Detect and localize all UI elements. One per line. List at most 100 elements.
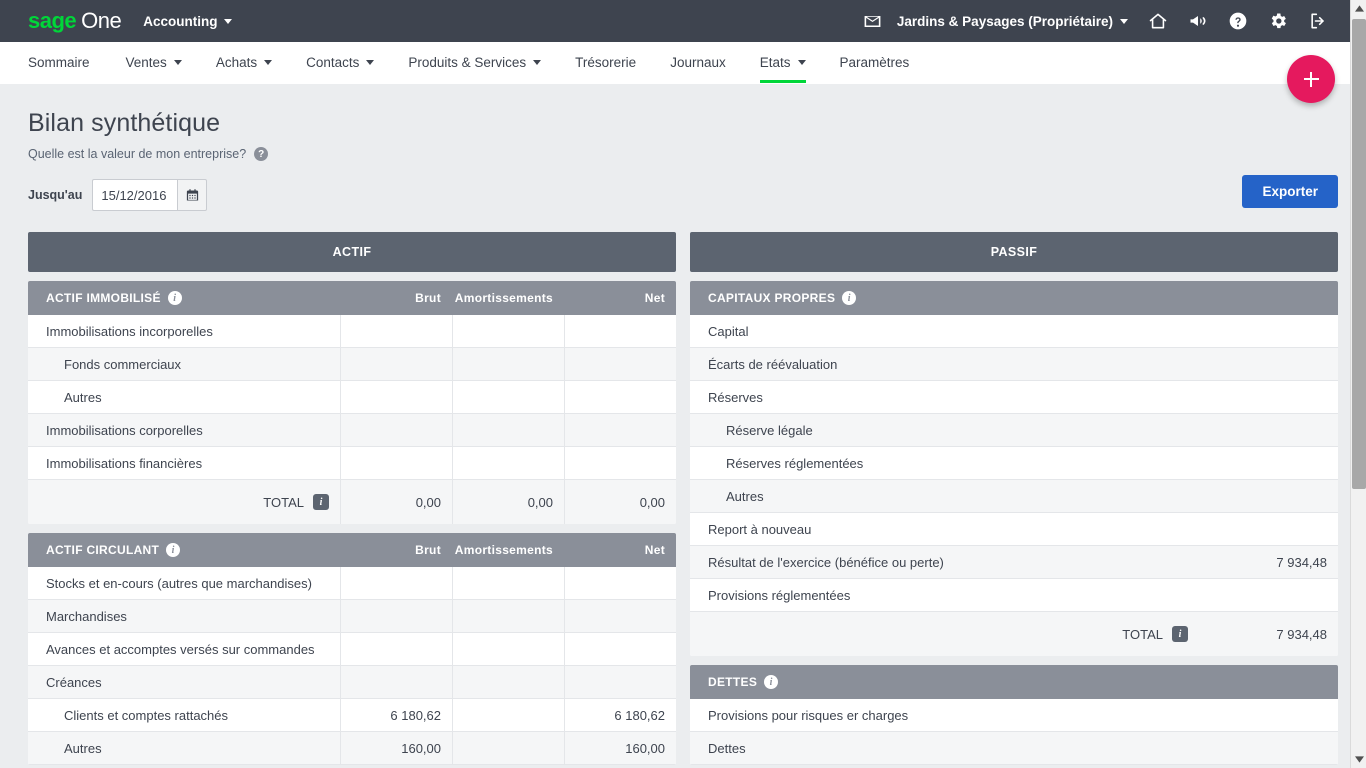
nav-item-ventes[interactable]: Ventes <box>109 42 199 83</box>
column-header-amortissements: Amortissements <box>454 543 553 557</box>
nav-label: Contacts <box>306 55 360 70</box>
nav-label: Produits & Services <box>408 55 527 70</box>
nav-label: Achats <box>215 55 258 70</box>
main-navigation: Sommaire Ventes Achats Contacts Produits… <box>0 42 1366 84</box>
nav-item-tresorerie[interactable]: Trésorerie <box>558 42 653 83</box>
help-icon[interactable] <box>1218 0 1258 42</box>
info-icon[interactable]: i <box>313 494 329 510</box>
row-label: Marchandises <box>46 608 127 624</box>
date-input[interactable] <box>92 179 178 211</box>
top-bar: sage One Accounting Jardins & Paysages (… <box>0 0 1366 42</box>
row-label: Provisions réglementées <box>708 587 851 603</box>
passif-heading: PASSIF <box>690 232 1338 272</box>
row-brut <box>340 633 452 665</box>
export-button[interactable]: Exporter <box>1242 175 1338 208</box>
nav-item-sommaire[interactable]: Sommaire <box>28 42 109 83</box>
logo-sage-text: sage <box>28 8 77 33</box>
row-label: Fonds commerciaux <box>64 356 182 372</box>
row-net <box>564 567 676 599</box>
panel-rows: Immobilisations incorporelles Fonds comm… <box>28 315 676 524</box>
row-value <box>1188 579 1338 611</box>
panel-title: DETTES <box>708 675 758 689</box>
company-selector[interactable]: Jardins & Paysages (Propriétaire) <box>893 14 1138 29</box>
help-icon[interactable]: ? <box>254 147 269 161</box>
row-brut <box>340 414 452 446</box>
info-icon[interactable]: i <box>166 543 181 557</box>
info-icon[interactable]: i <box>764 675 779 689</box>
row-label: Clients et comptes rattachés <box>64 707 229 723</box>
chevron-down-icon <box>264 60 273 65</box>
table-row: Marchandises <box>28 600 676 633</box>
row-net <box>564 633 676 665</box>
panel-actif-immobilise: ACTIF IMMOBILISÉ i Brut Amortissements N… <box>28 281 676 524</box>
calendar-icon[interactable] <box>177 179 208 211</box>
panel-title: CAPITAUX PROPRES <box>708 291 836 305</box>
row-label: Avances et accomptes versés sur commande… <box>46 641 315 657</box>
chevron-down-icon <box>1120 18 1128 24</box>
scrollbar-thumb[interactable] <box>1352 19 1366 489</box>
total-label-group: TOTAL i <box>690 626 1188 642</box>
total-amortissements: 0,00 <box>452 480 564 524</box>
nav-label: Trésorerie <box>575 55 637 70</box>
app-switcher[interactable]: Accounting <box>143 14 232 29</box>
table-row: Réserves réglementées <box>690 447 1338 480</box>
nav-item-etats[interactable]: Etats <box>743 42 823 83</box>
row-value <box>1188 480 1338 512</box>
logout-icon[interactable] <box>1298 0 1338 42</box>
panel-header: ACTIF CIRCULANT i Brut Amortissements Ne… <box>28 533 676 567</box>
total-net: 0,00 <box>564 480 676 524</box>
add-button[interactable] <box>1287 55 1335 103</box>
column-header-brut: Brut <box>415 291 441 305</box>
actif-column: ACTIF ACTIF IMMOBILISÉ i Brut Amortissem… <box>28 232 676 765</box>
row-net <box>564 381 676 413</box>
total-label: TOTAL <box>1122 626 1163 642</box>
row-amortissements <box>452 381 564 413</box>
row-label: Réserves <box>708 389 763 405</box>
gear-icon[interactable] <box>1258 0 1298 42</box>
panel-title: ACTIF IMMOBILISÉ <box>46 291 161 305</box>
row-brut <box>340 600 452 632</box>
table-row: Provisions pour risques er charges <box>690 699 1338 732</box>
nav-item-contacts[interactable]: Contacts <box>289 42 391 83</box>
nav-item-produits-services[interactable]: Produits & Services <box>391 42 558 83</box>
row-label: Immobilisations financières <box>46 455 203 471</box>
row-label: Autres <box>64 740 102 756</box>
total-label-group: TOTAL i <box>28 494 340 510</box>
info-icon[interactable]: i <box>167 291 182 305</box>
caret-down-icon[interactable] <box>1351 751 1366 768</box>
home-icon[interactable] <box>1138 0 1178 42</box>
row-value: 7 934,48 <box>1276 554 1327 570</box>
table-row: Fonds commerciaux <box>28 348 676 381</box>
nav-item-achats[interactable]: Achats <box>199 42 289 83</box>
table-row: Immobilisations financières <box>28 447 676 480</box>
row-label: Report à nouveau <box>708 521 812 537</box>
table-row: Immobilisations incorporelles <box>28 315 676 348</box>
row-label: Provisions pour risques er charges <box>708 707 909 723</box>
row-value <box>1188 732 1338 764</box>
caret-up-icon[interactable] <box>1351 0 1366 17</box>
page-scrollbar[interactable] <box>1350 0 1366 768</box>
balance-sheet: ACTIF ACTIF IMMOBILISÉ i Brut Amortissem… <box>28 232 1338 765</box>
envelope-icon[interactable] <box>853 0 893 42</box>
nav-label: Paramètres <box>839 55 910 70</box>
nav-label: Journaux <box>670 55 726 70</box>
row-label: Capital <box>708 323 749 339</box>
row-brut <box>340 348 452 380</box>
page-content: Bilan synthétique Quelle est la valeur d… <box>0 84 1366 765</box>
sage-one-logo[interactable]: sage One <box>28 8 122 34</box>
row-value <box>1188 447 1338 479</box>
row-amortissements <box>452 699 564 731</box>
table-row-total: TOTAL i 0,00 0,00 0,00 <box>28 480 676 524</box>
nav-item-parametres[interactable]: Paramètres <box>823 42 927 83</box>
nav-label: Ventes <box>125 55 167 70</box>
table-row: Réserves <box>690 381 1338 414</box>
table-row: Autres <box>28 381 676 414</box>
info-icon[interactable]: i <box>1172 626 1188 642</box>
row-brut <box>340 381 452 413</box>
info-icon[interactable]: i <box>842 291 857 305</box>
page-title: Bilan synthétique <box>28 109 221 137</box>
row-label: Résultat de l'exercice (bénéfice ou pert… <box>708 554 944 570</box>
megaphone-icon[interactable] <box>1178 0 1218 42</box>
row-value <box>1188 315 1338 347</box>
nav-item-journaux[interactable]: Journaux <box>653 42 743 83</box>
